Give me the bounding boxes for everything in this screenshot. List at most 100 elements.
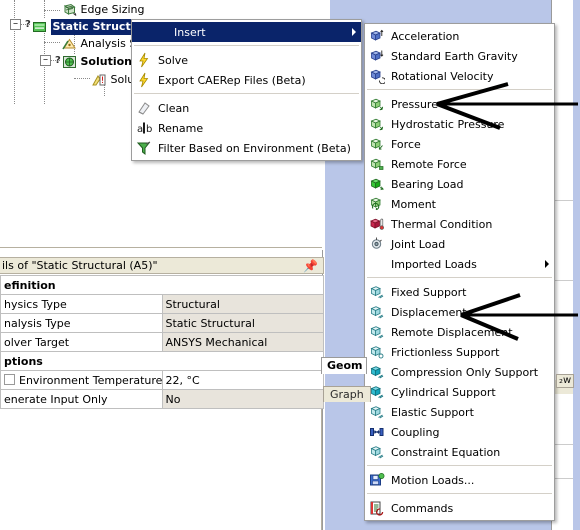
cyan-cube-elastic-icon xyxy=(369,404,385,420)
menu-item-label: Motion Loads... xyxy=(391,473,475,487)
chevron-right-icon xyxy=(352,28,356,36)
property-label-physics-type: hysics Type xyxy=(0,294,163,314)
analysis-settings-icon xyxy=(62,37,77,51)
menu-item-filter-based-on-environment[interactable]: Filter Based on Environment (Beta) xyxy=(132,138,361,158)
red-thermal-icon xyxy=(369,216,385,232)
menu-item-remote-force[interactable]: Remote Force xyxy=(365,154,554,174)
menu-item-moment[interactable]: Moment xyxy=(365,194,554,214)
menu-item-bearing-load[interactable]: Bearing Load xyxy=(365,174,554,194)
table-row: ptions xyxy=(0,351,324,371)
lightning-icon xyxy=(136,72,152,88)
menu-item-hydrostatic-pressure[interactable]: Hydrostatic Pressure xyxy=(365,114,554,134)
menu-item-label: Cylindrical Support xyxy=(391,385,496,399)
menu-item-clean[interactable]: Clean xyxy=(132,98,361,118)
tree-item-solution[interactable]: Solution xyxy=(62,54,132,70)
pin-icon[interactable]: 📌 xyxy=(303,260,318,272)
context-menu[interactable]: Insert Solve Export CAERep Files (Beta) … xyxy=(131,19,362,161)
tree-item-label: Edge Sizing xyxy=(80,3,145,16)
commands-icon xyxy=(369,500,385,516)
menu-item-fixed-support[interactable]: Fixed Support xyxy=(365,282,554,302)
eraser-icon xyxy=(136,100,152,116)
details-panel-title-bar: ils of "Static Structural (A5)" 📌 xyxy=(0,257,324,274)
property-value-physics-type[interactable]: Structural xyxy=(161,294,324,314)
solution-information-icon: ! xyxy=(92,73,107,87)
menu-item-frictionless-support[interactable]: Frictionless Support xyxy=(365,342,554,362)
tree-expander-static-structural[interactable]: − xyxy=(10,19,21,30)
menu-item-pressure[interactable]: Pressure xyxy=(365,94,554,114)
property-value-generate-input-only[interactable]: No xyxy=(161,389,324,409)
property-value-analysis-type[interactable]: Static Structural xyxy=(161,313,324,333)
section-header-options: ptions xyxy=(0,351,324,371)
svg-text:!: ! xyxy=(101,76,105,86)
table-row[interactable]: enerate Input Only No xyxy=(0,389,324,409)
tab-geometry[interactable]: Geom xyxy=(321,357,367,374)
green-cube-remote-icon xyxy=(369,156,385,172)
menu-item-solve[interactable]: Solve xyxy=(132,50,361,70)
menu-item-label: Standard Earth Gravity xyxy=(391,49,518,63)
menu-item-thermal-condition[interactable]: Thermal Condition xyxy=(365,214,554,234)
menu-item-compression-only-support[interactable]: Compression Only Support xyxy=(365,362,554,382)
menu-item-displacement[interactable]: Displacement xyxy=(365,302,554,322)
menu-item-imported-loads[interactable]: Imported Loads xyxy=(365,254,554,274)
tab-geometry-label: Geom xyxy=(327,359,363,372)
menu-separator xyxy=(367,465,552,467)
tree-status-query-solution: ? xyxy=(55,55,61,66)
menu-item-label: Hydrostatic Pressure xyxy=(391,117,505,131)
menu-item-label: Remote Displacement xyxy=(391,325,513,339)
tree-item-label: Analysis S xyxy=(80,37,137,50)
tree-expander-solution[interactable]: − xyxy=(40,55,51,66)
menu-separator xyxy=(367,493,552,495)
section-header-definition: efinition xyxy=(0,275,324,295)
tree-connector-l2a xyxy=(44,0,45,18)
menu-item-remote-displacement[interactable]: Remote Displacement xyxy=(365,322,554,342)
tree-item-edge-sizing[interactable]: Edge Sizing xyxy=(62,2,145,18)
menu-icon-placeholder xyxy=(369,256,385,272)
green-cube-pressure-icon xyxy=(369,96,385,112)
menu-item-standard-earth-gravity[interactable]: Standard Earth Gravity xyxy=(365,46,554,66)
menu-item-motion-loads[interactable]: Motion Loads... xyxy=(365,470,554,490)
menu-item-commands[interactable]: Commands xyxy=(365,498,554,518)
menu-item-label: Frictionless Support xyxy=(391,345,500,359)
cyan-cube-constraint-icon xyxy=(369,444,385,460)
menu-item-rename[interactable]: a b Rename xyxy=(132,118,361,138)
property-label-text: Environment Temperature xyxy=(19,373,162,387)
menu-item-label: Rename xyxy=(158,121,204,135)
menu-item-export-caerep-files[interactable]: Export CAERep Files (Beta) xyxy=(132,70,361,90)
menu-item-cylindrical-support[interactable]: Cylindrical Support xyxy=(365,382,554,402)
tree-item-solution-information[interactable]: ! Solu xyxy=(92,72,134,88)
green-cube-moment-icon xyxy=(369,196,385,212)
teal-cube-compression-icon xyxy=(369,364,385,380)
menu-item-coupling[interactable]: Coupling xyxy=(365,422,554,442)
svg-text:a: a xyxy=(137,124,143,135)
menu-item-label: Commands xyxy=(391,501,454,515)
tab-worksheet[interactable]: ₂w xyxy=(556,374,575,388)
menu-item-joint-load[interactable]: Joint Load xyxy=(365,234,554,254)
environment-temperature-checkbox[interactable] xyxy=(4,373,15,385)
menu-item-acceleration[interactable]: Acceleration xyxy=(365,26,554,46)
tree-item-label: Solution xyxy=(80,55,133,68)
menu-item-label: Remote Force xyxy=(391,157,467,171)
details-panel: ils of "Static Structural (A5)" 📌 efinit… xyxy=(0,248,324,409)
insert-submenu[interactable]: Acceleration Standard Earth Gravity Rota… xyxy=(364,23,555,521)
menu-item-constraint-equation[interactable]: Constraint Equation xyxy=(365,442,554,462)
menu-item-label: Clean xyxy=(158,101,190,115)
menu-item-label: Compression Only Support xyxy=(391,365,539,379)
menu-separator xyxy=(134,45,359,47)
menu-item-rotational-velocity[interactable]: Rotational Velocity xyxy=(365,66,554,86)
property-value-environment-temperature[interactable]: 22, °C xyxy=(161,370,324,390)
property-value-solver-target[interactable]: ANSYS Mechanical xyxy=(161,332,324,352)
table-row[interactable]: Environment Temperature 22, °C xyxy=(0,370,324,390)
table-row[interactable]: nalysis Type Static Structural xyxy=(0,313,324,333)
tree-item-analysis-settings[interactable]: Analysis S xyxy=(62,36,136,52)
tab-graph[interactable]: Graph xyxy=(323,386,371,402)
details-panel-title: ils of "Static Structural (A5)" xyxy=(2,259,158,272)
funnel-icon xyxy=(136,140,152,156)
blue-cube-down-icon xyxy=(369,48,385,64)
menu-item-force[interactable]: Force xyxy=(365,134,554,154)
table-row[interactable]: hysics Type Structural xyxy=(0,294,324,314)
menu-item-insert[interactable]: Insert xyxy=(132,22,361,42)
menu-item-elastic-support[interactable]: Elastic Support xyxy=(365,402,554,422)
property-label-environment-temperature: Environment Temperature xyxy=(0,370,163,390)
table-row[interactable]: olver Target ANSYS Mechanical xyxy=(0,332,324,352)
details-property-table[interactable]: efinition hysics Type Structural nalysis… xyxy=(0,275,324,409)
